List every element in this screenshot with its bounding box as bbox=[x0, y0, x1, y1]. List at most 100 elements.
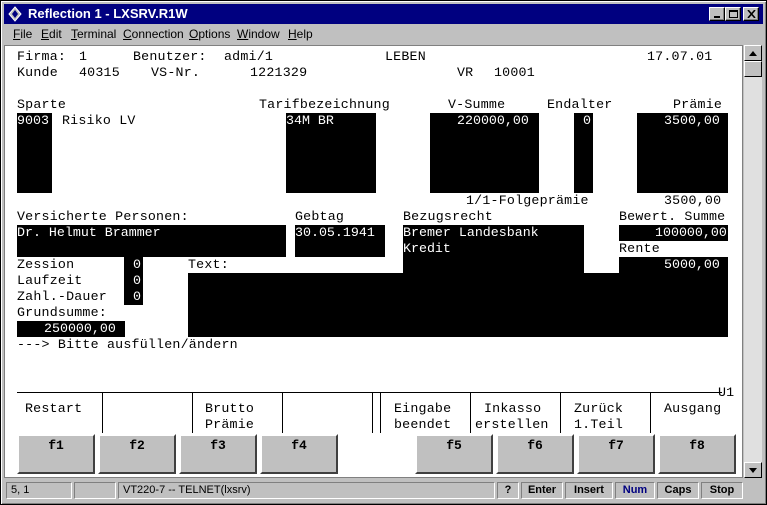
minimize-button[interactable] bbox=[709, 7, 725, 21]
softkey-label-f5: Eingabe bbox=[394, 401, 452, 416]
zahldauer-label: Zahl.-Dauer bbox=[17, 289, 107, 304]
scroll-down-button[interactable] bbox=[744, 462, 762, 478]
softkey-separator bbox=[380, 393, 381, 433]
zession-label: Zession bbox=[17, 257, 75, 272]
rente-label: Rente bbox=[619, 241, 660, 256]
kunde-value: 40315 bbox=[79, 65, 120, 80]
f6-button[interactable]: f6 bbox=[496, 434, 574, 474]
menu-window[interactable]: Window bbox=[237, 27, 280, 41]
praemie-value: 3500,00 bbox=[664, 113, 720, 129]
scroll-thumb[interactable] bbox=[744, 61, 762, 77]
menu-file[interactable]: File bbox=[13, 27, 32, 41]
help-indicator[interactable]: ? bbox=[497, 482, 519, 499]
status-bar: 5, 1 VT220-7 -- TELNET(lxsrv) ? Enter In… bbox=[4, 480, 763, 502]
status-blank bbox=[74, 482, 116, 499]
gebtag-label: Gebtag bbox=[295, 209, 345, 224]
softkey-label-f8: Ausgang bbox=[664, 401, 722, 416]
terminal-screen[interactable]: Firma: 1 Benutzer: admi/1 LEBEN 17.07.01… bbox=[4, 45, 743, 478]
softkey-label-f7-line2: 1.Teil bbox=[574, 417, 624, 432]
vsnr-value: 1221329 bbox=[250, 65, 308, 80]
col-endalter: Endalter bbox=[547, 97, 613, 112]
cursor-position: 5, 1 bbox=[6, 482, 72, 499]
bezug-line1: Bremer Landesbank bbox=[403, 225, 539, 241]
f8-button[interactable]: f8 bbox=[658, 434, 736, 474]
softkey-separator bbox=[282, 393, 283, 433]
softkey-separator bbox=[192, 393, 193, 433]
vr-label: VR bbox=[457, 65, 474, 80]
endalter-value: 0 bbox=[583, 113, 591, 129]
softkey-label-f5-line2: beendet bbox=[394, 417, 452, 432]
menu-help[interactable]: Help bbox=[288, 27, 313, 41]
folge-value: 3500,00 bbox=[664, 193, 722, 208]
f1-button[interactable]: f1 bbox=[17, 434, 95, 474]
grundsumme-value: 250000,00 bbox=[44, 321, 116, 337]
f3-button[interactable]: f3 bbox=[179, 434, 257, 474]
arrow-down-icon bbox=[749, 468, 757, 473]
folge-label: 1/1-Folgeprämie bbox=[466, 193, 589, 208]
tarif-value: 34M BR bbox=[286, 113, 334, 129]
menu-connection[interactable]: Connection bbox=[123, 27, 184, 41]
gebtag-value: 30.05.1941 bbox=[295, 225, 375, 241]
softkey-label-f7: Zurück bbox=[574, 401, 624, 416]
date: 17.07.01 bbox=[647, 49, 713, 64]
f2-button[interactable]: f2 bbox=[98, 434, 176, 474]
menu-bar: File Edit Terminal Connection Options Wi… bbox=[4, 25, 763, 43]
connection-status: VT220-7 -- TELNET(lxsrv) bbox=[118, 482, 495, 499]
col-vsumme: V-Summe bbox=[448, 97, 506, 112]
bezug-label: Bezugsrecht bbox=[403, 209, 493, 224]
vp-value: Dr. Helmut Brammer bbox=[17, 225, 161, 241]
scroll-up-button[interactable] bbox=[744, 45, 762, 61]
softkey-label-f6-line2: erstellen bbox=[475, 417, 549, 432]
insert-indicator[interactable]: Insert bbox=[565, 482, 613, 499]
maximize-icon bbox=[729, 10, 738, 18]
benutzer-label: Benutzer: bbox=[133, 49, 207, 64]
minimize-icon bbox=[714, 16, 720, 18]
f7-button[interactable]: f7 bbox=[577, 434, 655, 474]
window-title: Reflection 1 - LXSRV.R1W bbox=[28, 6, 188, 21]
bewert-label: Bewert. Summe bbox=[619, 209, 726, 224]
softkey-separator bbox=[470, 393, 471, 433]
f5-button[interactable]: f5 bbox=[415, 434, 493, 474]
vr-value: 10001 bbox=[494, 65, 535, 80]
sparte-title: LEBEN bbox=[385, 49, 426, 64]
menu-options[interactable]: Options bbox=[189, 27, 230, 41]
laufzeit-value: 0 bbox=[133, 273, 141, 289]
stop-indicator[interactable]: Stop bbox=[701, 482, 743, 499]
softkey-separator bbox=[102, 393, 103, 433]
firma-label: Firma: bbox=[17, 49, 67, 64]
vertical-scrollbar[interactable] bbox=[744, 45, 762, 478]
reflection-app-icon[interactable] bbox=[7, 6, 23, 22]
firma-value: 1 bbox=[79, 49, 88, 64]
benutzer-value: admi/1 bbox=[224, 49, 274, 64]
menu-terminal[interactable]: Terminal bbox=[71, 27, 116, 41]
softkey-separator bbox=[372, 393, 373, 433]
softkey-divider bbox=[17, 392, 722, 393]
status-message: ---> Bitte ausfüllen/ändern bbox=[17, 337, 238, 352]
sparte-name: Risiko LV bbox=[62, 113, 136, 128]
sparte-code-value: 9003 bbox=[17, 113, 49, 129]
zahldauer-value: 0 bbox=[133, 289, 141, 305]
text-label: Text: bbox=[188, 257, 229, 272]
bezug-line2: Kredit bbox=[403, 241, 451, 257]
f4-button[interactable]: f4 bbox=[260, 434, 338, 474]
grundsumme-label: Grundsumme: bbox=[17, 305, 107, 320]
maximize-button[interactable] bbox=[725, 7, 741, 21]
softkey-separator bbox=[650, 393, 651, 433]
softkey-label-f3: Brutto bbox=[205, 401, 255, 416]
vp-label: Versicherte Personen: bbox=[17, 209, 189, 224]
text-field[interactable] bbox=[188, 273, 728, 337]
screen-id: U1 bbox=[718, 385, 735, 400]
enter-indicator[interactable]: Enter bbox=[521, 482, 563, 499]
softkey-label-f6: Inkasso bbox=[484, 401, 542, 416]
vsnr-label: VS-Nr. bbox=[151, 65, 201, 80]
num-indicator[interactable]: Num bbox=[615, 482, 655, 499]
close-button[interactable] bbox=[743, 7, 759, 21]
title-bar[interactable]: Reflection 1 - LXSRV.R1W bbox=[4, 4, 763, 24]
menu-edit[interactable]: Edit bbox=[41, 27, 62, 41]
vsumme-value: 220000,00 bbox=[457, 113, 529, 129]
softkey-separator bbox=[560, 393, 561, 433]
caps-indicator[interactable]: Caps bbox=[657, 482, 699, 499]
col-sparte: Sparte bbox=[17, 97, 67, 112]
softkey-label-f3-line2: Prämie bbox=[205, 417, 255, 432]
zession-value: 0 bbox=[133, 257, 141, 273]
